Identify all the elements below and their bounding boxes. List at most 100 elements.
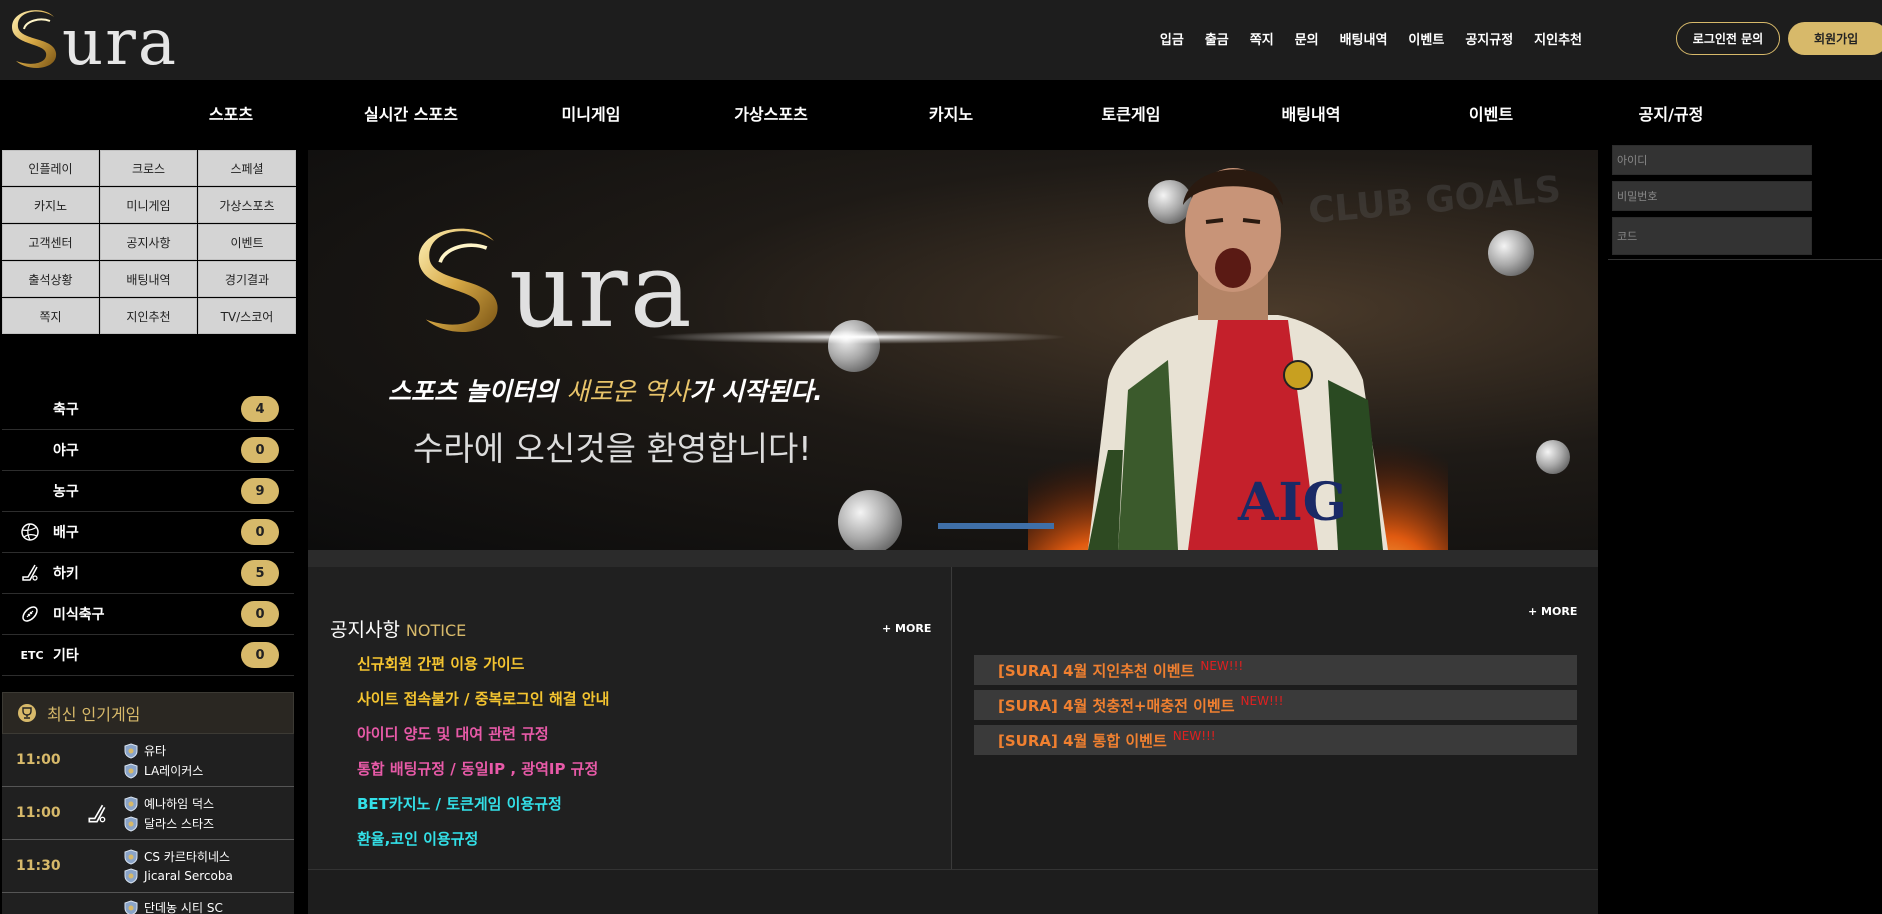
- mainnav-bet-history[interactable]: 배팅내역: [1282, 101, 1341, 125]
- notice-subtitle: NOTICE: [405, 621, 467, 640]
- soccer-ball-icon: [1488, 230, 1534, 276]
- quick-attendance[interactable]: 출석상황: [2, 261, 99, 297]
- mainnav-sports[interactable]: 스포츠: [209, 101, 253, 125]
- quick-message[interactable]: 쪽지: [2, 298, 99, 334]
- id-input[interactable]: 아이디: [1612, 145, 1812, 175]
- quick-tv-score[interactable]: TV/스코어: [198, 298, 296, 334]
- sport-row-soccer[interactable]: 축구 4: [2, 389, 294, 430]
- quick-match-results[interactable]: 경기결과: [198, 261, 296, 297]
- quick-event[interactable]: 이벤트: [198, 224, 296, 260]
- hockey-icon: [20, 563, 40, 583]
- sport-row-hockey[interactable]: 하키 5: [2, 553, 294, 594]
- new-badge: NEW!!!: [1200, 659, 1244, 673]
- topnav-referral[interactable]: 지인추천: [1534, 29, 1582, 48]
- team-home: 예나하임 덕스: [124, 795, 214, 812]
- mainnav-virtual-sports[interactable]: 가상스포츠: [734, 101, 808, 125]
- login-divider: [1608, 259, 1882, 260]
- sports-list: 축구 4 야구 0 농구 9 배구 0 하키 5 미식축구 0 ETC 기타 0: [2, 389, 294, 676]
- sport-row-basketball[interactable]: 농구 9: [2, 471, 294, 512]
- notice-item[interactable]: 사이트 접속불가 / 중복로그인 해결 안내: [357, 688, 609, 709]
- login-inquiry-button[interactable]: 로그인전 문의: [1676, 22, 1780, 55]
- game-row[interactable]: 11:30 CS 카르타히네스 Jicaral Sercoba: [2, 840, 294, 893]
- join-button[interactable]: 회원가입: [1788, 22, 1882, 55]
- game-row[interactable]: 11:00 유타 LA레이커스: [2, 734, 294, 787]
- player-shirt-text: AIG: [1237, 472, 1347, 533]
- notice-item[interactable]: 아이디 양도 및 대여 관련 규정: [357, 723, 549, 744]
- quick-customer-center[interactable]: 고객센터: [2, 224, 99, 260]
- site-logo[interactable]: ura: [10, 4, 178, 76]
- soccer-player-illustration: AIG: [1028, 168, 1448, 550]
- event-item-text: [SURA] 4월 지인추천 이벤트: [998, 661, 1195, 680]
- event-item[interactable]: [SURA] 4월 첫충전+매충전 이벤트 NEW!!!: [974, 690, 1577, 720]
- quick-virtual-sports[interactable]: 가상스포츠: [198, 187, 296, 223]
- quick-referral[interactable]: 지인추천: [100, 298, 197, 334]
- topnav-bet-history[interactable]: 배팅내역: [1340, 29, 1388, 48]
- logo-s-mark-icon: [12, 10, 57, 68]
- topnav-message[interactable]: 쪽지: [1250, 29, 1274, 48]
- topnav-inquiry[interactable]: 문의: [1295, 29, 1319, 48]
- sport-count-badge: 0: [241, 642, 279, 668]
- sport-row-volleyball[interactable]: 배구 0: [2, 512, 294, 553]
- banner-slide-indicator[interactable]: [938, 523, 1054, 529]
- team-shield-icon: [124, 815, 138, 832]
- topnav-deposit[interactable]: 입금: [1160, 29, 1184, 48]
- team-home-name: 예나하임 덕스: [144, 797, 215, 811]
- topnav-withdraw[interactable]: 출금: [1205, 29, 1229, 48]
- notice-title-ko: 공지사항: [330, 619, 400, 641]
- event-item-text: [SURA] 4월 첫충전+매충전 이벤트: [998, 696, 1235, 715]
- sport-name: 기타: [53, 648, 79, 664]
- topnav-rules[interactable]: 공지규정: [1465, 29, 1513, 48]
- team-shield-icon: [124, 899, 138, 914]
- password-input[interactable]: 비밀번호: [1612, 181, 1812, 211]
- board-bottom-strip: [308, 869, 1598, 914]
- notice-item[interactable]: 신규회원 간편 이용 가이드: [357, 653, 524, 674]
- quick-cross[interactable]: 크로스: [100, 150, 197, 186]
- sport-row-american-football[interactable]: 미식축구 0: [2, 594, 294, 635]
- logo-text: ura: [62, 6, 178, 80]
- notice-item[interactable]: 통합 배팅규정 / 동일IP , 광역IP 규정: [357, 758, 598, 779]
- sport-row-etc[interactable]: ETC 기타 0: [2, 635, 294, 676]
- quick-notice[interactable]: 공지사항: [100, 224, 197, 260]
- team-shield-icon: [124, 742, 138, 759]
- quick-inplay[interactable]: 인플레이: [2, 150, 99, 186]
- game-row[interactable]: 11:00 예나하임 덕스 달라스 스타즈: [2, 787, 294, 840]
- trophy-icon: [18, 704, 36, 722]
- hero-banner[interactable]: CLUB GOALS ura 스포츠 놀이터의 새로운 역사가 시작된다. 수라…: [308, 150, 1598, 550]
- team-home-name: CS 카르타히네스: [144, 850, 231, 864]
- sport-count-badge: 5: [241, 560, 279, 586]
- mainnav-minigame[interactable]: 미니게임: [562, 101, 621, 125]
- event-item[interactable]: [SURA] 4월 통합 이벤트 NEW!!!: [974, 725, 1577, 755]
- banner-logo-text: ura: [509, 229, 694, 351]
- team-away: LA레이커스: [124, 762, 203, 779]
- top-nav: 입금 출금 쪽지 문의 배팅내역 이벤트 공지규정 지인추천: [1139, 29, 1582, 48]
- sport-row-baseball[interactable]: 야구 0: [2, 430, 294, 471]
- team-home: 단데농 시티 SC: [124, 899, 223, 914]
- team-shield-icon: [124, 868, 138, 884]
- sport-count-badge: 4: [241, 396, 279, 422]
- notice-more-link[interactable]: + MORE: [882, 622, 931, 635]
- football-icon: [20, 604, 40, 624]
- game-time: 11:00: [16, 805, 61, 821]
- notice-item[interactable]: BET카지노 / 토큰게임 이용규정: [357, 793, 562, 814]
- mainnav-event[interactable]: 이벤트: [1469, 101, 1513, 125]
- mainnav-token-game[interactable]: 토큰게임: [1102, 101, 1161, 125]
- new-badge: NEW!!!: [1240, 694, 1284, 708]
- topnav-event[interactable]: 이벤트: [1408, 29, 1444, 48]
- mainnav-casino[interactable]: 카지노: [929, 101, 973, 125]
- quick-casino[interactable]: 카지노: [2, 187, 99, 223]
- code-input[interactable]: 코드: [1612, 217, 1812, 255]
- mainnav-notice-rules[interactable]: 공지/규정: [1639, 101, 1704, 125]
- board-top-strip: [308, 550, 1598, 567]
- event-more-link[interactable]: + MORE: [1528, 605, 1577, 618]
- quick-special[interactable]: 스페셜: [198, 150, 296, 186]
- notice-item[interactable]: 환율,코인 이용규정: [357, 828, 478, 849]
- game-row[interactable]: 단데농 시티 SC: [2, 893, 294, 914]
- sport-count-badge: 0: [241, 519, 279, 545]
- quick-minigame[interactable]: 미니게임: [100, 187, 197, 223]
- mainnav-live-sports[interactable]: 실시간 스포츠: [364, 101, 458, 125]
- team-away-name: Jicaral Sercoba: [144, 869, 233, 883]
- sport-count-badge: 9: [241, 478, 279, 504]
- quick-bet-history[interactable]: 배팅내역: [100, 261, 197, 297]
- event-item[interactable]: [SURA] 4월 지인추천 이벤트 NEW!!!: [974, 655, 1577, 685]
- sport-name: 농구: [53, 484, 79, 500]
